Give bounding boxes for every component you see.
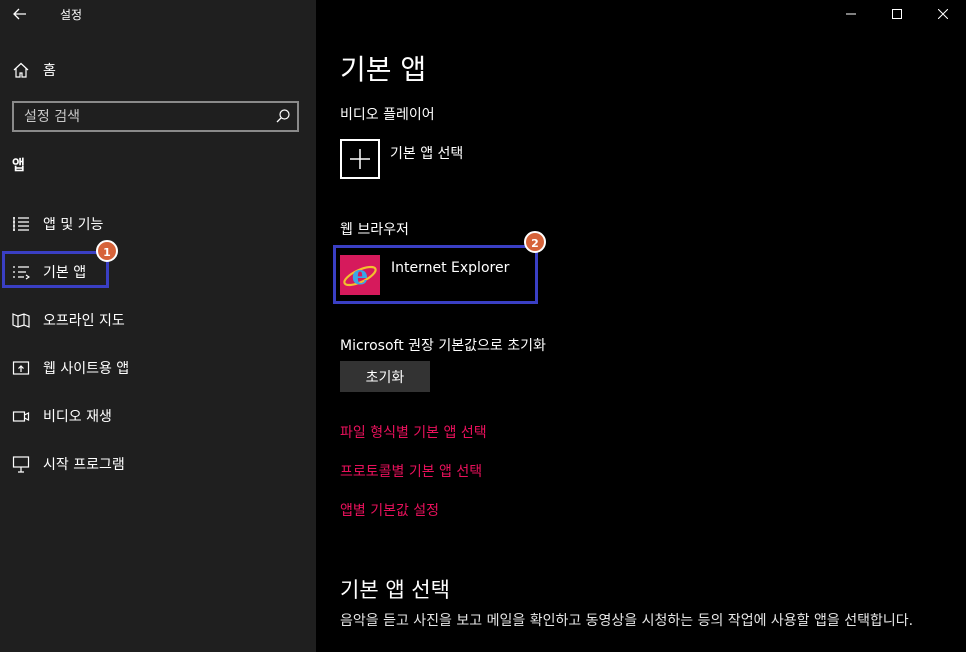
sidebar-item-label: 비디오 재생 (43, 409, 112, 425)
maximize-icon (892, 9, 902, 19)
sidebar-item-label: 시작 프로그램 (43, 457, 125, 473)
back-arrow-icon (13, 8, 26, 20)
search-icon[interactable] (275, 108, 291, 124)
sidebar: 설정 홈 앱 앱 및 기능 기본 앱 (0, 0, 316, 652)
annotation-highlight-web-browser (333, 245, 538, 304)
page-title: 기본 앱 (340, 53, 427, 86)
sidebar-item-video-playback[interactable]: 비디오 재생 (0, 392, 316, 440)
reset-button[interactable]: 초기화 (340, 361, 430, 392)
startup-icon (12, 456, 30, 473)
sidebar-item-label: 홈 (43, 63, 56, 79)
sidebar-item-home[interactable]: 홈 (12, 59, 56, 81)
minimize-button[interactable] (828, 0, 874, 28)
maximize-button[interactable] (874, 0, 920, 28)
main-pane: 기본 앱 비디오 플레이어 기본 앱 선택 웹 브라우저 e Internet … (316, 0, 966, 652)
search-box[interactable] (12, 101, 299, 132)
nav-list: 앱 및 기능 기본 앱 오프라인 지도 웹 사이트용 앱 비디오 재생 시작 프… (0, 200, 316, 488)
sidebar-item-apps-features[interactable]: 앱 및 기능 (0, 200, 316, 248)
plus-icon (340, 139, 380, 179)
minimize-icon (846, 13, 856, 15)
sidebar-item-label: 웹 사이트용 앱 (43, 361, 130, 377)
annotation-badge-2: 2 (524, 231, 546, 253)
section-label: 앱 (12, 158, 25, 174)
apps-list-icon (13, 217, 29, 231)
back-button[interactable] (8, 2, 32, 26)
sidebar-item-offline-maps[interactable]: 오프라인 지도 (0, 296, 316, 344)
choose-section-description: 음악을 듣고 사진을 보고 메일을 확인하고 동영상을 시청하는 등의 작업에 … (340, 613, 914, 629)
link-by-app[interactable]: 앱별 기본값 설정 (340, 500, 439, 520)
web-browser-heading: 웹 브라우저 (340, 222, 409, 238)
video-icon (12, 411, 30, 422)
sidebar-item-apps-websites[interactable]: 웹 사이트용 앱 (0, 344, 316, 392)
window-title: 설정 (60, 8, 83, 22)
sidebar-item-label: 오프라인 지도 (43, 313, 125, 329)
home-icon (13, 62, 29, 78)
link-by-file-type[interactable]: 파일 형식별 기본 앱 선택 (340, 422, 487, 442)
video-player-heading: 비디오 플레이어 (340, 107, 435, 123)
reset-heading: Microsoft 권장 기본값으로 초기화 (340, 338, 546, 354)
close-button[interactable] (920, 0, 966, 28)
search-input[interactable] (24, 107, 274, 127)
sidebar-item-label: 앱 및 기능 (43, 217, 104, 233)
sidebar-item-startup[interactable]: 시작 프로그램 (0, 440, 316, 488)
annotation-highlight-default-apps (2, 251, 109, 288)
website-app-icon (12, 361, 30, 375)
choose-section-heading: 기본 앱 선택 (340, 578, 450, 602)
choose-video-app-button[interactable]: 기본 앱 선택 (340, 139, 463, 179)
link-by-protocol[interactable]: 프로토콜별 기본 앱 선택 (340, 461, 482, 481)
choose-app-label: 기본 앱 선택 (390, 146, 464, 162)
titlebar-left: 설정 (0, 0, 316, 28)
close-icon (938, 9, 948, 19)
window-controls (828, 0, 966, 28)
annotation-badge-1: 1 (96, 240, 118, 262)
map-icon (12, 313, 30, 328)
